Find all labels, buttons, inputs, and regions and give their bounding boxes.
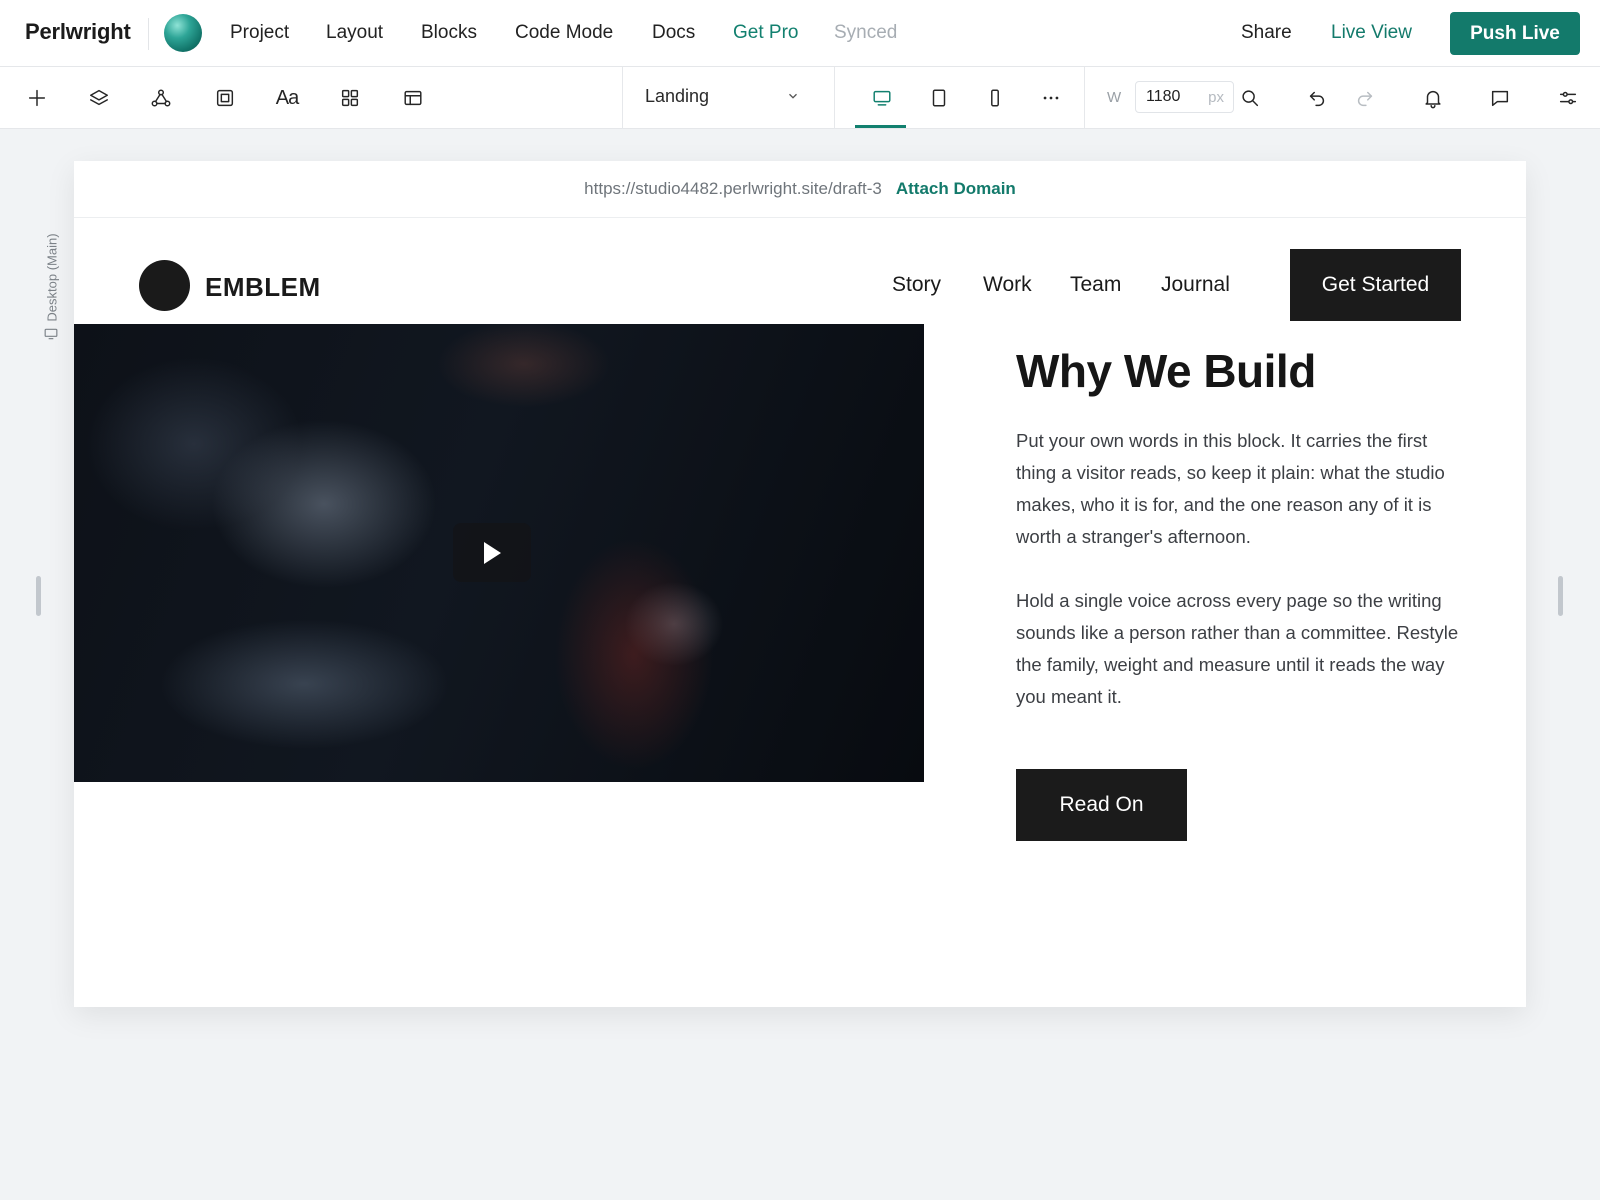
desktop-small-icon [44, 327, 58, 340]
page-select[interactable]: Landing [645, 86, 709, 107]
width-field[interactable]: px [1135, 81, 1234, 113]
chevron-down-icon[interactable] [786, 89, 800, 108]
menu-project[interactable]: Project [230, 22, 289, 44]
more-icon[interactable] [1036, 83, 1066, 113]
tablet-icon[interactable] [924, 83, 954, 113]
toolbar-divider [1084, 67, 1085, 129]
attach-domain-link[interactable]: Attach Domain [896, 179, 1016, 199]
site-nav-journal[interactable]: Journal [1161, 273, 1230, 297]
site-nav-story[interactable]: Story [892, 273, 941, 297]
layers-icon[interactable] [84, 83, 114, 113]
menu-blocks[interactable]: Blocks [421, 22, 477, 44]
grid-icon[interactable] [335, 83, 365, 113]
site-nav-team[interactable]: Team [1070, 273, 1121, 297]
body-paragraph: Hold a single voice across every page so… [1016, 590, 1459, 707]
menu-code-mode[interactable]: Code Mode [515, 22, 613, 44]
app-logo-text: Perlwright [25, 19, 131, 44]
toolbar-divider [834, 67, 835, 129]
page-frame: https://studio4482.perlwright.site/draft… [74, 161, 1526, 1007]
mobile-icon[interactable] [980, 83, 1010, 113]
typography-icon[interactable]: Aa [272, 83, 302, 113]
width-unit: px [1208, 89, 1224, 106]
video-block[interactable] [74, 324, 924, 782]
layout-icon[interactable] [398, 83, 428, 113]
toolbar-divider [622, 67, 623, 129]
read-on-button[interactable]: Read On [1016, 769, 1187, 841]
typography-glyph: Aa [275, 86, 299, 109]
settings-sliders-icon[interactable] [1553, 83, 1583, 113]
plus-icon[interactable] [22, 83, 52, 113]
bell-icon[interactable] [1418, 83, 1448, 113]
redo-icon[interactable] [1350, 83, 1380, 113]
play-icon[interactable] [453, 523, 531, 582]
undo-icon[interactable] [1302, 83, 1332, 113]
left-resize-handle[interactable] [36, 576, 41, 616]
body-paragraph: Put your own words in this block. It car… [1016, 430, 1445, 547]
width-label: W [1107, 89, 1122, 106]
preview-url: https://studio4482.perlwright.site/draft… [584, 179, 882, 198]
active-device-indicator [855, 125, 906, 128]
section-heading: Why We Build [1016, 345, 1316, 397]
workspace-avatar[interactable] [164, 14, 202, 52]
width-input[interactable] [1146, 88, 1201, 106]
preview-url-bar: https://studio4482.perlwright.site/draft… [74, 161, 1526, 218]
search-icon[interactable] [1235, 83, 1265, 113]
site-brand-name[interactable]: EMBLEM [205, 272, 321, 303]
sync-status: Synced [834, 22, 898, 43]
get-pro-link[interactable]: Get Pro [733, 22, 798, 44]
right-resize-handle[interactable] [1558, 576, 1563, 616]
menu-docs[interactable]: Docs [652, 22, 695, 44]
comment-icon[interactable] [1485, 83, 1515, 113]
breakpoint-label-text: Desktop (Main) [44, 233, 60, 322]
logo-divider [148, 18, 149, 50]
menu-layout[interactable]: Layout [326, 22, 383, 44]
desktop-icon[interactable] [867, 83, 897, 113]
editor-toolbar: Aa Landing W px [0, 67, 1600, 129]
share-button[interactable]: Share [1241, 22, 1292, 44]
site-logo-mark[interactable] [139, 260, 190, 311]
get-started-button[interactable]: Get Started [1290, 249, 1461, 321]
live-view-button[interactable]: Live View [1331, 22, 1412, 44]
components-icon[interactable] [146, 83, 176, 113]
site-nav-work[interactable]: Work [983, 273, 1032, 297]
push-live-button[interactable]: Push Live [1450, 12, 1580, 55]
frame-icon[interactable] [210, 83, 240, 113]
app-header: Perlwright Project Layout Blocks Code Mo… [0, 0, 1600, 67]
